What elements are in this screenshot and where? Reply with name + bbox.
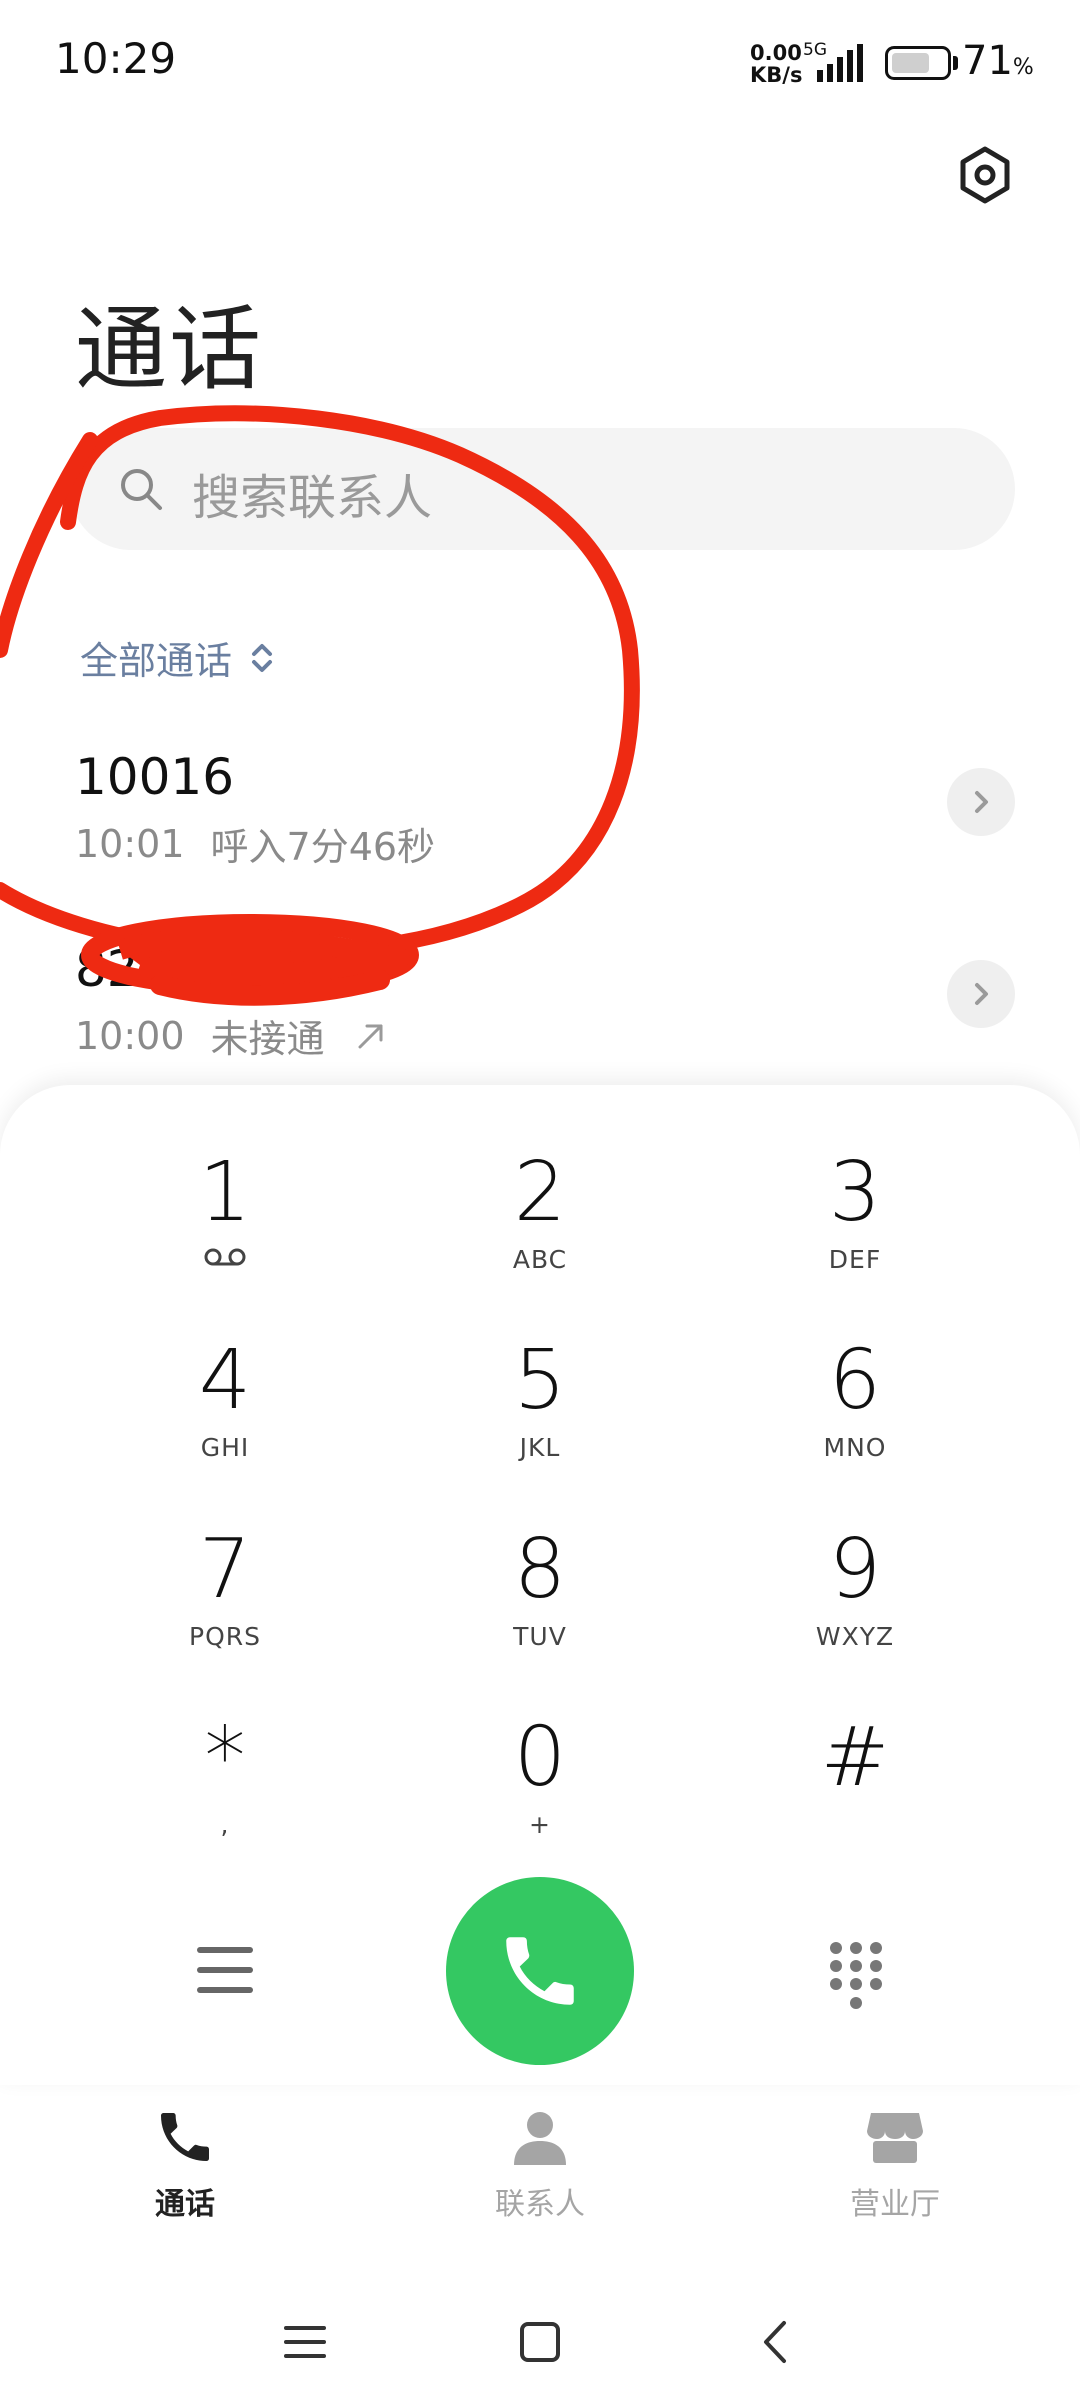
key-digit: 8 bbox=[513, 1522, 567, 1617]
call-number: 10016 bbox=[75, 748, 235, 806]
outgoing-arrow-icon bbox=[358, 1024, 383, 1048]
call-detail: 10:00 未接通 bbox=[75, 1008, 387, 1063]
key-digit: 5 bbox=[513, 1333, 567, 1428]
key-digit: 9 bbox=[828, 1522, 882, 1617]
dial-key-hash[interactable]: # bbox=[705, 1710, 1005, 1880]
key-digit: 4 bbox=[198, 1333, 252, 1428]
status-bar: 10:29 0.00 KB/s 5G 71% bbox=[0, 0, 1080, 120]
voicemail-icon bbox=[204, 1248, 246, 1266]
bottom-tab-bar: 通话 联系人 营业厅 bbox=[0, 2105, 1080, 2255]
key-digit: 0 bbox=[513, 1710, 567, 1805]
home-square-icon bbox=[520, 2322, 560, 2362]
chevron-right-icon bbox=[975, 983, 988, 1005]
status-time: 10:29 bbox=[55, 34, 177, 83]
key-digit: # bbox=[820, 1710, 890, 1805]
dialpad-action-row bbox=[0, 1875, 1080, 2065]
dial-key-3[interactable]: 3 DEF bbox=[705, 1145, 1005, 1315]
dial-key-1[interactable]: 1 bbox=[75, 1145, 375, 1315]
call-filter-label: 全部通话 bbox=[80, 639, 233, 683]
dial-key-7[interactable]: 7 PQRS bbox=[75, 1522, 375, 1692]
tab-label: 联系人 bbox=[495, 2187, 585, 2222]
battery-icon bbox=[885, 46, 951, 80]
dial-key-9[interactable]: 9 WXYZ bbox=[705, 1522, 1005, 1692]
call-number: 82…075 bbox=[75, 940, 285, 998]
search-input[interactable]: 搜索联系人 bbox=[70, 428, 1015, 550]
network-speed-value: 0.00 bbox=[750, 41, 802, 65]
key-letters: + bbox=[529, 1810, 551, 1839]
menu-icon[interactable] bbox=[195, 1943, 255, 1997]
key-letters: JKL bbox=[519, 1433, 561, 1462]
contact-icon bbox=[514, 2112, 566, 2165]
key-letters: DEF bbox=[828, 1245, 882, 1274]
dial-key-8[interactable]: 8 TUV bbox=[390, 1522, 690, 1692]
chevron-right-icon bbox=[975, 791, 988, 813]
search-icon bbox=[121, 469, 162, 510]
signal-icon bbox=[817, 44, 863, 82]
phone-icon bbox=[161, 2113, 209, 2161]
battery-fill bbox=[892, 53, 929, 73]
key-digit: * bbox=[204, 1710, 246, 1805]
search-placeholder: 搜索联系人 bbox=[192, 470, 433, 526]
system-navigation-bar bbox=[0, 2300, 1080, 2400]
network-speed-unit: KB/s bbox=[750, 63, 803, 87]
key-letters: TUV bbox=[513, 1622, 567, 1651]
tab-contacts[interactable]: 联系人 bbox=[430, 2105, 650, 2245]
call-time: 10:00 bbox=[75, 1013, 185, 1058]
dialpad-toggle-icon[interactable] bbox=[828, 1940, 884, 2012]
menu-lines-icon bbox=[284, 2326, 326, 2358]
dial-key-4[interactable]: 4 GHI bbox=[75, 1333, 375, 1503]
call-log-item[interactable]: 82…075 10:00 未接通 bbox=[75, 940, 1015, 1090]
key-digit: 7 bbox=[198, 1522, 252, 1617]
battery-percent: 71% bbox=[962, 38, 1034, 84]
key-letters: ABC bbox=[512, 1245, 568, 1274]
call-button[interactable] bbox=[446, 1877, 634, 2065]
dial-key-6[interactable]: 6 MNO bbox=[705, 1333, 1005, 1503]
settings-icon bbox=[960, 146, 1010, 204]
key-letters: PQRS bbox=[189, 1622, 261, 1651]
dial-key-star[interactable]: * , bbox=[75, 1710, 375, 1880]
key-letters: GHI bbox=[200, 1433, 250, 1462]
tab-service-hall[interactable]: 营业厅 bbox=[785, 2105, 1005, 2245]
key-letters: WXYZ bbox=[815, 1622, 895, 1651]
key-digit: 3 bbox=[828, 1145, 882, 1240]
phone-icon bbox=[506, 1937, 574, 2005]
call-filter-dropdown[interactable]: 全部通话 bbox=[80, 630, 276, 685]
page-title: 通话 bbox=[75, 296, 264, 403]
back-button[interactable] bbox=[745, 2312, 805, 2372]
call-status: 呼入7分46秒 bbox=[210, 825, 436, 869]
tab-label: 营业厅 bbox=[850, 2187, 940, 2222]
tab-label: 通话 bbox=[155, 2187, 215, 2222]
settings-button[interactable] bbox=[950, 140, 1020, 210]
battery-cap bbox=[953, 56, 958, 70]
home-button[interactable] bbox=[510, 2312, 570, 2372]
back-chevron-icon bbox=[764, 2321, 786, 2363]
chevron-up-down-icon bbox=[252, 643, 273, 672]
dial-key-0[interactable]: 0 + bbox=[390, 1710, 690, 1880]
key-digit: 6 bbox=[828, 1333, 882, 1428]
battery-percent-symbol: % bbox=[1012, 55, 1034, 80]
call-log-item[interactable]: 10016 10:01 呼入7分46秒 bbox=[75, 748, 1015, 898]
store-icon bbox=[867, 2113, 923, 2163]
red-scribble-annotation bbox=[0, 405, 640, 1006]
dial-key-5[interactable]: 5 JKL bbox=[390, 1333, 690, 1503]
call-time: 10:01 bbox=[75, 821, 185, 866]
call-detail-button[interactable] bbox=[947, 960, 1015, 1028]
network-speed: 0.00 KB/s bbox=[750, 42, 802, 86]
key-digit: 1 bbox=[198, 1145, 252, 1240]
dial-key-2[interactable]: 2 ABC bbox=[390, 1145, 690, 1315]
battery-percent-value: 71 bbox=[962, 38, 1013, 84]
key-digit: 2 bbox=[513, 1145, 567, 1240]
call-detail-button[interactable] bbox=[947, 768, 1015, 836]
call-status: 未接通 bbox=[210, 1017, 325, 1061]
key-letters: , bbox=[220, 1810, 230, 1839]
key-letters: MNO bbox=[823, 1433, 887, 1462]
tab-calls[interactable]: 通话 bbox=[75, 2105, 295, 2245]
call-detail: 10:01 呼入7分46秒 bbox=[75, 816, 435, 871]
recent-apps-button[interactable] bbox=[275, 2312, 335, 2372]
